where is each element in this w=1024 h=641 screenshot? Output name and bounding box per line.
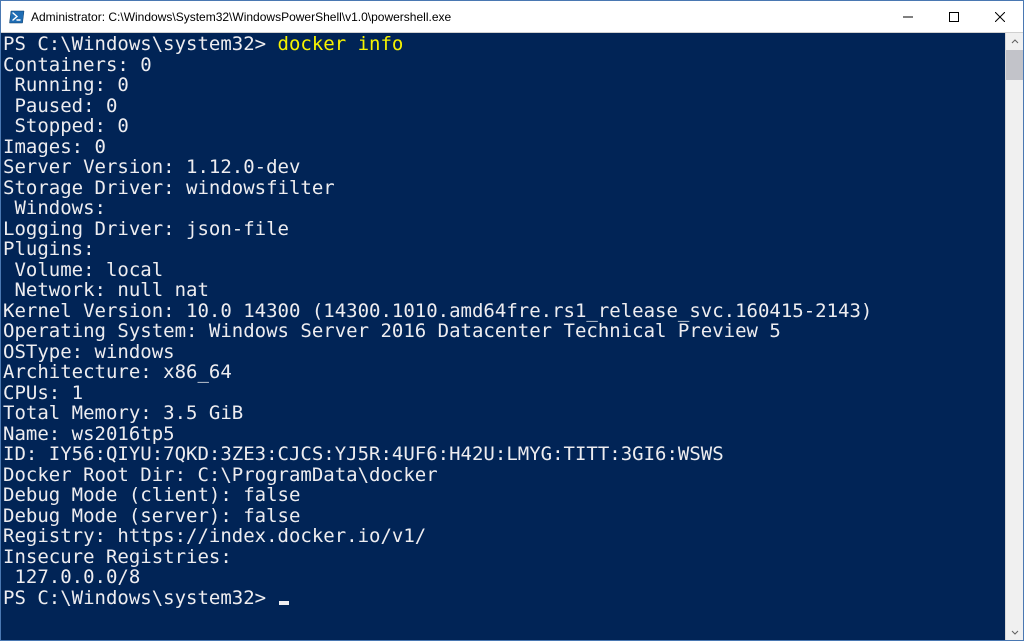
output-line: Docker Root Dir: C:\ProgramData\docker [3,464,438,486]
scrollbar-track[interactable] [1006,50,1023,623]
output-line: Server Version: 1.12.0-dev [3,156,300,178]
powershell-icon [9,9,25,25]
close-icon [995,12,1005,22]
output-line: Total Memory: 3.5 GiB [3,402,243,424]
output-line: ID: IY56:QIYU:7QKD:3ZE3:CJCS:YJ5R:4UF6:H… [3,443,724,465]
output-line: Network: null nat [3,279,209,301]
powershell-icon-svg [9,9,25,25]
prompt-line: PS C:\Windows\system32> [3,587,278,609]
output-line: Paused: 0 [3,95,117,117]
output-line: Operating System: Windows Server 2016 Da… [3,320,781,342]
close-button[interactable] [977,1,1023,32]
output-line: Stopped: 0 [3,115,129,137]
output-line: Insecure Registries: [3,546,232,568]
powershell-window: Administrator: C:\Windows\System32\Windo… [0,0,1024,641]
prompt-line: PS C:\Windows\system32> [3,33,278,55]
output-line: Containers: 0 [3,54,152,76]
scroll-up-button[interactable] [1006,33,1023,50]
scrollbar[interactable] [1005,33,1023,640]
terminal-area: PS C:\Windows\system32> docker info Cont… [1,33,1023,640]
terminal[interactable]: PS C:\Windows\system32> docker info Cont… [1,33,1005,640]
command-text: docker info [278,33,404,55]
output-line: Debug Mode (client): false [3,484,300,506]
output-line: Debug Mode (server): false [3,505,300,527]
window-controls [885,1,1023,32]
output-line: Name: ws2016tp5 [3,423,175,445]
output-line: Volume: local [3,259,163,281]
output-line: CPUs: 1 [3,382,83,404]
window-title: Administrator: C:\Windows\System32\Windo… [31,10,885,24]
minimize-button[interactable] [885,1,931,32]
scrollbar-thumb[interactable] [1006,50,1023,80]
output-line: Images: 0 [3,136,106,158]
output-line: Registry: https://index.docker.io/v1/ [3,525,426,547]
maximize-icon [949,12,959,22]
cursor [279,601,289,605]
output-line: Storage Driver: windowsfilter [3,177,335,199]
output-line: OSType: windows [3,341,175,363]
chevron-down-icon [1011,628,1019,636]
output-line: Windows: [3,197,106,219]
titlebar[interactable]: Administrator: C:\Windows\System32\Windo… [1,1,1023,33]
output-line: Logging Driver: json-file [3,218,289,240]
output-line: 127.0.0.0/8 [3,566,140,588]
output-line: Architecture: x86_64 [3,361,232,383]
scroll-down-button[interactable] [1006,623,1023,640]
output-line: Running: 0 [3,74,129,96]
maximize-button[interactable] [931,1,977,32]
minimize-icon [903,12,913,22]
output-line: Plugins: [3,238,95,260]
chevron-up-icon [1011,38,1019,46]
output-line: Kernel Version: 10.0 14300 (14300.1010.a… [3,300,872,322]
